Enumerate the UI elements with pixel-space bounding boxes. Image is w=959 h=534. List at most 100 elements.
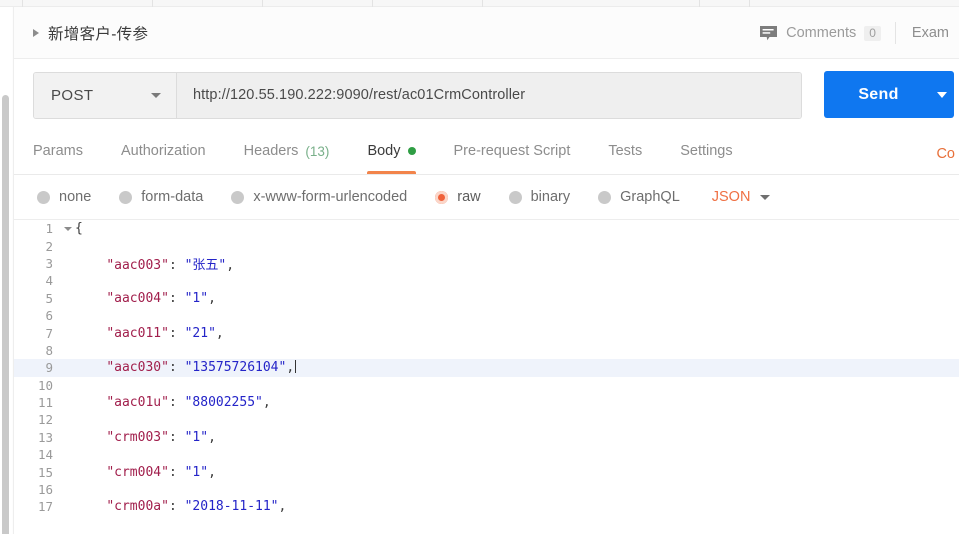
code-text: "aac030": "13575726104", — [62, 360, 297, 376]
token-punc: : — [168, 395, 185, 411]
line-number: 15 — [37, 464, 53, 480]
chevron-down-icon — [760, 194, 771, 200]
token-punc: , — [208, 464, 216, 480]
body-type-binary[interactable]: binary — [508, 189, 571, 205]
comments-count-badge: 0 — [864, 25, 881, 41]
tab-label: Tests — [608, 143, 643, 159]
tab-body[interactable]: Body — [367, 130, 416, 174]
token-punc: , — [208, 290, 216, 306]
token-punc: , — [262, 395, 271, 411]
line-number: 2 — [45, 238, 53, 254]
line-number: 11 — [37, 395, 53, 411]
token-key: "aac004" — [106, 290, 169, 306]
token-key: "crm00a" — [106, 499, 169, 515]
code-line[interactable]: 13 "crm003": "1", — [14, 429, 959, 446]
raw-format-select[interactable]: JSON — [712, 189, 771, 205]
radio-label: x-www-form-urlencoded — [253, 189, 408, 205]
tab-label: Pre-request Script — [453, 143, 571, 159]
token-key: "aac030" — [106, 360, 169, 376]
token-key: "aac003" — [106, 257, 169, 273]
token-punc: , — [278, 499, 287, 515]
code-line[interactable]: 11 "aac01u": "88002255", — [14, 394, 959, 411]
token-punc: , — [226, 257, 235, 273]
send-options-button[interactable] — [929, 71, 954, 118]
fold-arrow-icon[interactable] — [64, 226, 72, 231]
cookies-link[interactable]: Co — [936, 146, 955, 162]
code-line[interactable]: 10 — [14, 377, 959, 394]
comment-bubble-icon — [759, 25, 778, 42]
tab-label: Authorization — [120, 143, 206, 159]
examples-button[interactable]: Exam — [896, 25, 959, 41]
url-input-group: POST http://120.55.190.222:9090/rest/ac0… — [33, 71, 802, 119]
line-number: 16 — [37, 482, 53, 498]
send-button-group: Send — [824, 71, 954, 118]
line-number: 4 — [45, 273, 53, 289]
tab-pre-request-script[interactable]: Pre-request Script — [454, 130, 571, 174]
code-text: "aac011": "21", — [62, 325, 224, 341]
code-line[interactable]: 6 — [14, 307, 959, 324]
postman-request-window: 新增客户-传参 Comments 0 Exam POST http://120.… — [0, 0, 959, 534]
line-number: 14 — [37, 447, 53, 463]
token-punc: : — [168, 290, 185, 306]
line-number: 3 — [45, 255, 53, 271]
radio-icon — [508, 190, 522, 204]
http-method-select[interactable]: POST — [34, 72, 177, 118]
code-line[interactable]: 17 "crm00a": "2018-11-11", — [14, 498, 959, 515]
page-scrollbar-thumb[interactable] — [2, 95, 9, 534]
page-title: 新增客户-传参 — [48, 25, 149, 43]
body-type-form-data[interactable]: form-data — [119, 189, 203, 205]
token-val: "2018-11-11" — [184, 499, 279, 515]
code-text: "aac01u": "88002255", — [62, 395, 271, 411]
token-key: "crm004" — [106, 464, 169, 480]
tab-params[interactable]: Params — [33, 130, 83, 174]
tab-authorization[interactable]: Authorization — [121, 130, 206, 174]
code-line[interactable]: 12 — [14, 411, 959, 428]
code-text: "crm003": "1", — [62, 430, 216, 445]
radio-label: binary — [530, 189, 571, 205]
line-number: 6 — [45, 308, 53, 324]
body-type-none[interactable]: none — [37, 189, 91, 205]
radio-selected-icon — [435, 190, 449, 204]
chevron-down-icon — [151, 92, 161, 98]
tab-tests[interactable]: Tests — [608, 130, 642, 174]
token-punc: , — [215, 325, 224, 341]
code-line[interactable]: 3 "aac003": "张五", — [14, 254, 959, 273]
code-line[interactable]: 2 — [14, 237, 959, 254]
code-line[interactable]: 5 "aac004": "1", — [14, 290, 959, 307]
code-line[interactable]: 14 — [14, 446, 959, 463]
token-punc: : — [168, 257, 185, 273]
body-type-graphql[interactable]: GraphQL — [598, 189, 680, 205]
body-type-options: none form-data x-www-form-urlencoded raw… — [14, 175, 959, 219]
token-punc: , — [208, 429, 216, 445]
code-text: "aac003": "张五", — [62, 254, 234, 273]
code-line[interactable]: 7 "aac011": "21", — [14, 324, 959, 341]
body-type-urlencoded[interactable]: x-www-form-urlencoded — [231, 189, 407, 205]
chevron-down-icon — [937, 91, 947, 98]
page-scrollbar-track[interactable] — [0, 7, 12, 534]
code-line[interactable]: 8 — [14, 342, 959, 359]
code-line[interactable]: 16 — [14, 481, 959, 498]
send-button[interactable]: Send — [824, 71, 929, 118]
radio-icon — [598, 190, 612, 204]
tab-settings[interactable]: Settings — [680, 130, 732, 174]
body-type-raw[interactable]: raw — [435, 189, 481, 205]
request-url-text: http://120.55.190.222:9090/rest/ac01CrmC… — [193, 87, 526, 103]
code-line[interactable]: 9 "aac030": "13575726104", — [14, 359, 959, 377]
code-line[interactable]: 4 — [14, 272, 959, 289]
request-body-editor[interactable]: 1{2 3 "aac003": "张五", 4 5 "aac004": "1", 6 7 … — [14, 219, 959, 521]
token-punc: : — [168, 499, 185, 515]
request-title-group[interactable]: 新增客户-传参 — [14, 22, 148, 44]
token-punc: : — [168, 429, 185, 445]
code-line[interactable]: 1{ — [14, 220, 959, 237]
token-key: "aac011" — [106, 325, 169, 341]
token-punc: , — [286, 360, 295, 376]
triangle-right-icon[interactable] — [33, 28, 39, 37]
code-line[interactable]: 15 "crm004": "1", — [14, 463, 959, 480]
request-url-input[interactable]: http://120.55.190.222:9090/rest/ac01CrmC… — [177, 72, 801, 118]
tab-label: Params — [33, 143, 83, 159]
token-val: "1" — [184, 290, 209, 306]
tab-headers[interactable]: Headers (13) — [244, 130, 330, 174]
token-punc: : — [168, 464, 185, 480]
text-caret — [295, 360, 297, 374]
comments-button[interactable]: Comments 0 — [759, 7, 895, 59]
